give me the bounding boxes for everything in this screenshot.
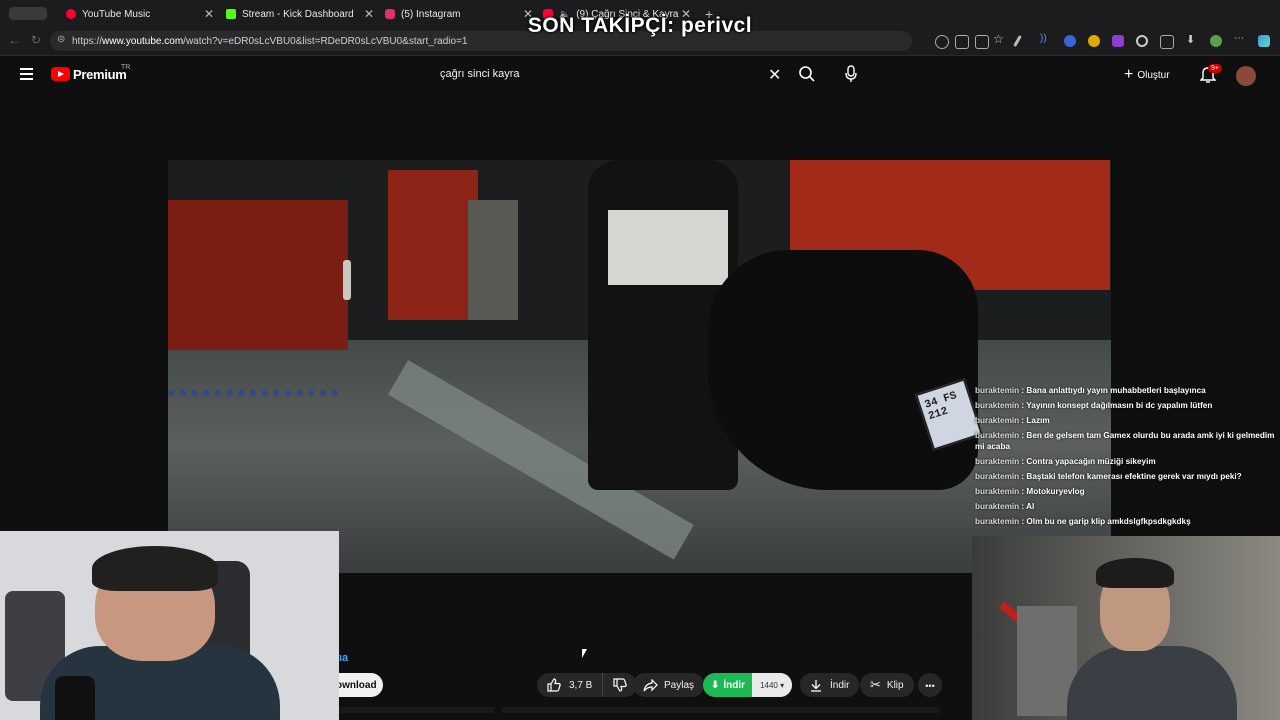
- avatar[interactable]: [1236, 66, 1256, 86]
- like-count: 3,7 B: [569, 679, 593, 691]
- share-icon: [643, 678, 658, 691]
- like-button[interactable]: 3,7 B: [537, 673, 638, 697]
- streamer-webcam: [0, 531, 339, 720]
- youtube-logo-icon[interactable]: [51, 67, 70, 81]
- youtube-header: Premium TR çağrı sinci kayra ✕ + Oluştur…: [0, 56, 1280, 96]
- video-frame-cable: [168, 360, 338, 396]
- download-extension-label: İndir: [723, 679, 746, 691]
- download-arrow-icon: ⬇: [711, 679, 720, 691]
- thumbs-up-icon: [547, 678, 561, 692]
- chat-message: buraktemin : Bana anlattıydı yayın muhab…: [975, 386, 1206, 395]
- channel-name-partial[interactable]: ıa: [339, 652, 348, 664]
- chat-message: buraktemin : Ben de gelsem tam Gamex olu…: [975, 431, 1275, 451]
- microphone-icon[interactable]: [844, 65, 858, 83]
- search-input[interactable]: çağrı sinci kayra: [440, 68, 519, 80]
- chip-placeholder: [502, 707, 940, 713]
- scissors-icon: ✂: [870, 677, 881, 692]
- chat-message: buraktemin : Contra yapacağın müziği sik…: [975, 457, 1156, 466]
- chat-message: buraktemin : Motokuryevlog: [975, 487, 1085, 496]
- create-label: Oluştur: [1137, 69, 1170, 81]
- clip-label: Klip: [886, 679, 904, 691]
- clear-search-icon[interactable]: ✕: [768, 65, 781, 85]
- share-button[interactable]: Paylaş: [633, 673, 705, 697]
- notification-badge: 9+: [1208, 64, 1222, 73]
- video-frame-machine: [168, 200, 348, 350]
- download-button-partial[interactable]: ownload: [336, 673, 383, 697]
- thumbs-down-icon: [613, 678, 628, 692]
- chip-placeholder: [339, 707, 494, 713]
- video-frame-motorcycle: [708, 250, 978, 490]
- webcam-person-body: [1067, 646, 1237, 720]
- download-extension-button[interactable]: ⬇ İndir 1440 ▾: [703, 673, 793, 697]
- logo-text[interactable]: Premium: [73, 67, 127, 82]
- stream-overlay-last-follower: SON TAKİPÇİ: perivcl: [527, 14, 753, 37]
- chat-message: buraktemin : Lazım: [975, 416, 1050, 425]
- clip-button[interactable]: ✂ Klip: [860, 673, 914, 697]
- download-icon: [811, 679, 821, 692]
- webcam-person-hair: [92, 546, 218, 591]
- webcam-microphone: [55, 676, 95, 720]
- webcam-person-hair: [1096, 558, 1174, 588]
- search-icon[interactable]: [798, 65, 816, 83]
- more-actions-button[interactable]: •••: [918, 673, 942, 697]
- chat-message: buraktemin : Olm bu ne garip klip amkdsl…: [975, 517, 1191, 526]
- create-button[interactable]: + Oluştur: [1124, 65, 1170, 85]
- video-frame-shirt: [608, 210, 728, 285]
- chat-message: buraktemin : Baştaki telefon kamerası ef…: [975, 472, 1242, 481]
- chat-message: buraktemin : Yayının konsept dağılmasın …: [975, 401, 1213, 410]
- video-frame-cylinder: [343, 260, 351, 300]
- video-frame-machine: [388, 170, 478, 320]
- plus-icon: +: [1124, 66, 1134, 83]
- share-label: Paylaş: [664, 679, 695, 691]
- logo-region: TR: [121, 64, 131, 71]
- mouse-cursor-icon: [582, 649, 587, 658]
- quality-select[interactable]: 1440 ▾: [752, 673, 793, 697]
- download-label: İndir: [830, 679, 850, 691]
- video-player[interactable]: 34 FS 212: [168, 160, 1111, 573]
- stream-chat-overlay: buraktemin : Bana anlattıydı yayın muhab…: [975, 385, 1275, 531]
- guest-webcam: [972, 536, 1280, 720]
- video-frame-machine: [468, 200, 518, 320]
- download-button[interactable]: İndir: [800, 673, 860, 697]
- chat-message: buraktemin : AI: [975, 502, 1035, 511]
- menu-hamburger-icon[interactable]: [20, 68, 33, 80]
